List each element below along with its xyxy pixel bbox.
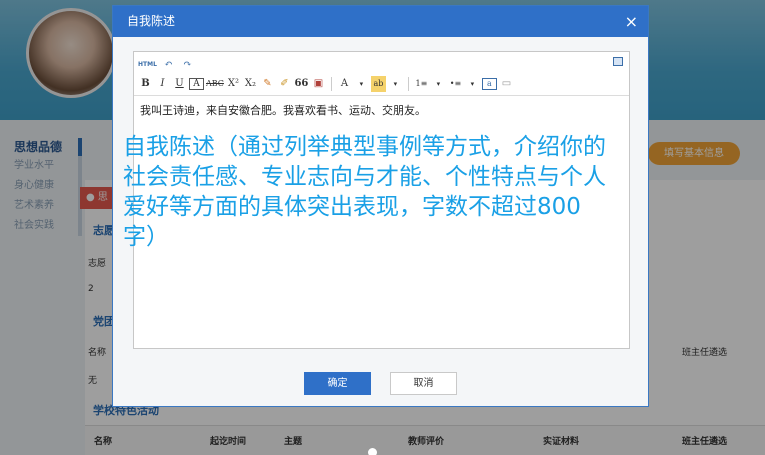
bold-button[interactable]: B [138, 76, 153, 92]
paste-text-icon[interactable]: ▣ [311, 76, 326, 92]
dialog-title: 自我陈述 [127, 14, 176, 28]
subscript-button[interactable]: X₂ [243, 76, 258, 92]
strikethrough-button[interactable]: ABC [206, 76, 224, 92]
chevron-down-icon[interactable]: ▾ [388, 76, 403, 92]
eraser-icon[interactable]: ✎ [260, 76, 275, 92]
format-brush-icon[interactable]: ✐ [277, 76, 292, 92]
document-icon[interactable]: ▭ [499, 76, 514, 92]
underline-button[interactable]: U [172, 76, 187, 92]
editor-content[interactable]: 我叫王诗迪，来自安徽合肥。我喜欢看书、运动、交朋友。 [140, 102, 426, 118]
dialog-title-bar: 自我陈述 × [113, 6, 648, 37]
close-icon[interactable]: × [625, 6, 638, 37]
blockquote-icon[interactable]: 66 [294, 76, 309, 92]
toolbar-divider [407, 77, 409, 91]
font-color-button[interactable]: A [337, 76, 352, 92]
undo-icon[interactable]: ↶ [161, 57, 176, 73]
insert-link-icon[interactable]: a [481, 78, 497, 90]
chevron-down-icon[interactable]: ▾ [431, 76, 446, 92]
font-border-button[interactable]: A [189, 78, 204, 90]
cancel-button[interactable]: 取消 [390, 372, 457, 395]
dialog-footer: 确定 取消 [113, 366, 650, 406]
placeholder-hint: 自我陈述（通过列举典型事例等方式，介绍你的社会责任感、专业志向与才能、个性特点与… [123, 134, 606, 250]
editor-toolbar: HTML ↶ ↷ B I U A ABC X² X₂ ✎ ✐ 66 ▣ A ▾ … [134, 52, 629, 96]
chevron-down-icon[interactable]: ▾ [354, 76, 369, 92]
confirm-button[interactable]: 确定 [304, 372, 371, 395]
self-statement-dialog: 自我陈述 × HTML ↶ ↷ B I U A ABC X² X₂ ✎ ✐ 66… [112, 5, 649, 407]
chevron-down-icon[interactable]: ▾ [465, 76, 480, 92]
ordered-list-icon[interactable]: 1≡ [414, 76, 429, 92]
italic-button[interactable]: I [155, 76, 170, 92]
superscript-button[interactable]: X² [226, 76, 241, 92]
fullscreen-icon[interactable] [613, 57, 623, 66]
html-source-button[interactable]: HTML [138, 57, 157, 73]
highlight-color-button[interactable]: ab [370, 76, 386, 92]
unordered-list-icon[interactable]: •≡ [448, 76, 463, 92]
scroll-indicator[interactable] [368, 448, 377, 455]
toolbar-divider [330, 77, 332, 91]
redo-icon[interactable]: ↷ [180, 57, 195, 73]
